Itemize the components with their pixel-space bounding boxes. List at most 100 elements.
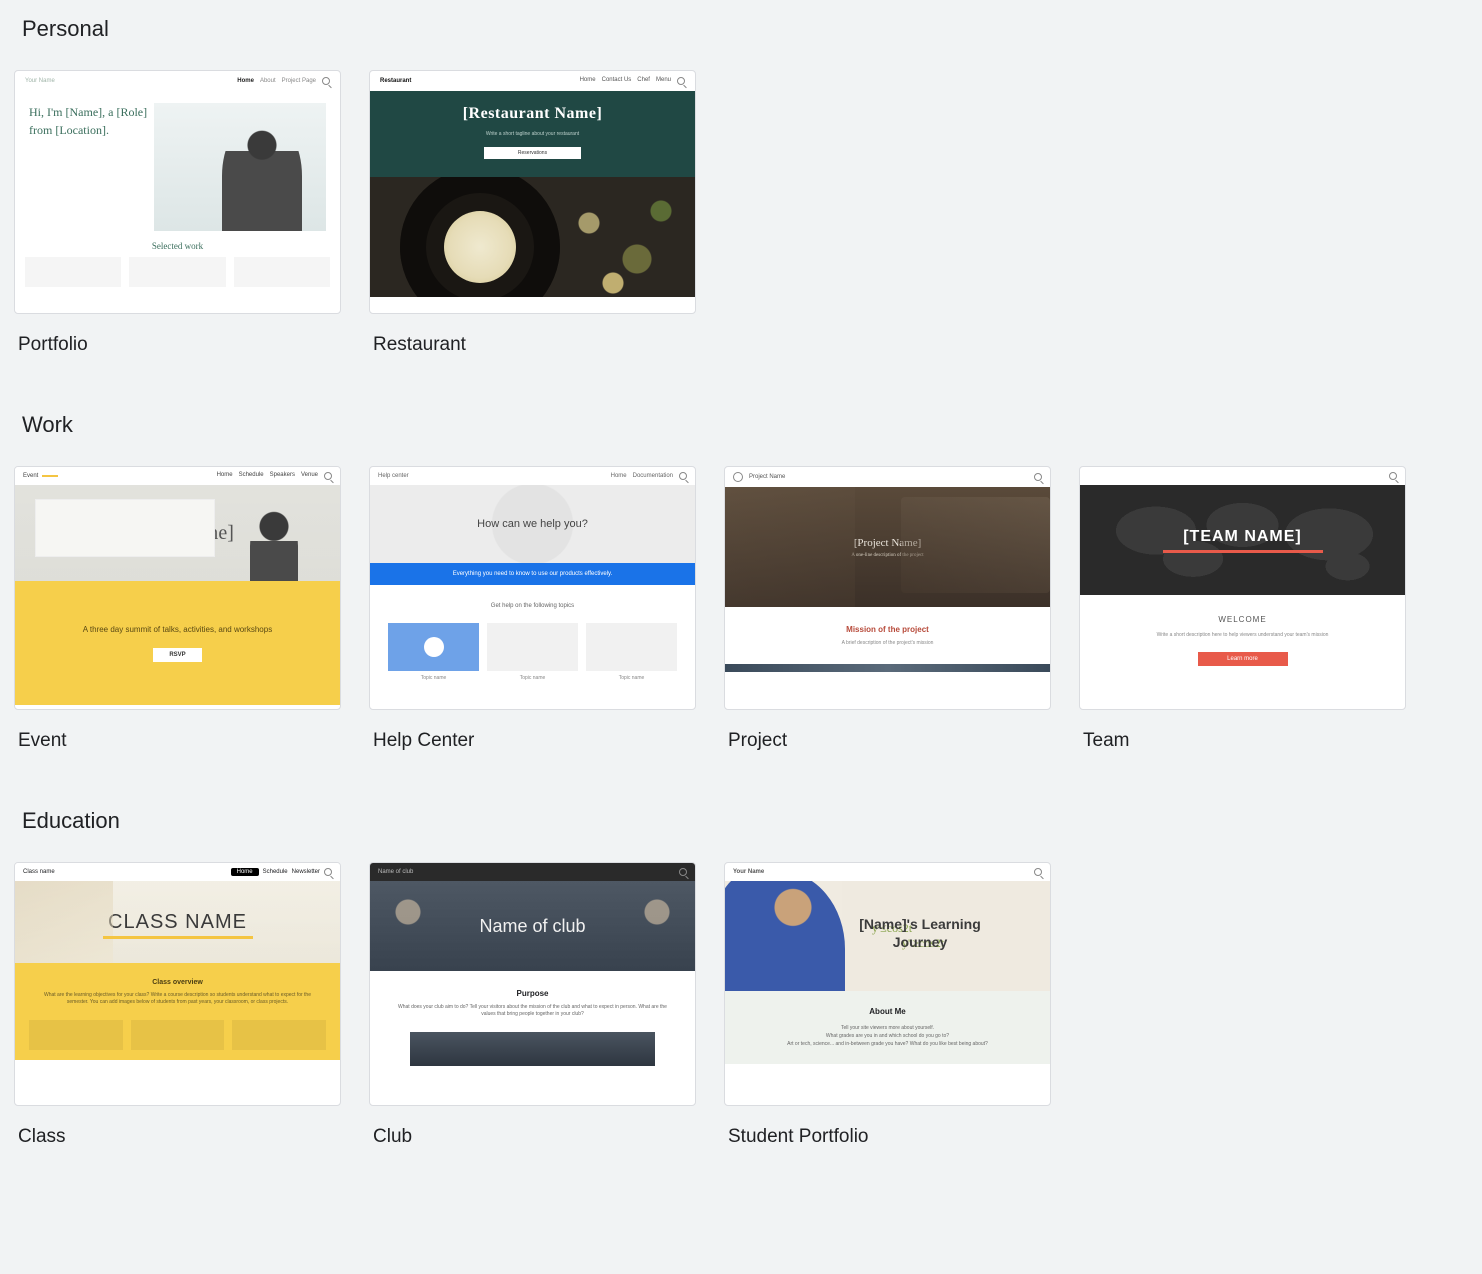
template-card-event[interactable]: Event Home Schedule Speakers Venue from … xyxy=(14,466,341,752)
template-card-restaurant[interactable]: Restaurant Home Contact Us Chef Menu [Re… xyxy=(369,70,696,356)
nav-schedule: Schedule xyxy=(263,869,288,875)
nav-home: Home xyxy=(611,473,627,479)
topic-label: Topic name xyxy=(487,675,578,681)
template-card-club[interactable]: Name of club Name of club Purpose What d… xyxy=(369,862,696,1148)
template-thumb-student-portfolio: Your Name y'≤cos2t y''≥cos2t [Name]'s Le… xyxy=(724,862,1051,1106)
row-personal: Your Name Home About Project Page Hi, I'… xyxy=(14,70,1468,396)
placeholder-block xyxy=(29,1020,123,1050)
nav-speakers: Speakers xyxy=(270,472,295,480)
nav-home: Home xyxy=(580,77,596,85)
template-label-project: Project xyxy=(724,710,1051,752)
nav-venue: Venue xyxy=(301,472,318,480)
speaker-icon xyxy=(250,511,298,581)
reservations-button: Reservations xyxy=(484,147,581,159)
template-thumb-portfolio: Your Name Home About Project Page Hi, I'… xyxy=(14,70,341,314)
accessibility-icon xyxy=(424,637,444,657)
portfolio-brand: Your Name xyxy=(25,78,55,84)
topic-label: Topic name xyxy=(586,675,677,681)
class-hero-title: CLASS NAME xyxy=(108,911,247,934)
event-brand: Event xyxy=(23,473,38,479)
rsvp-button: RSVP xyxy=(153,648,201,662)
nav-about: About xyxy=(260,78,276,84)
person-icon xyxy=(222,121,302,231)
mission-heading: Mission of the project xyxy=(735,625,1040,634)
underline-decoration xyxy=(103,936,253,939)
template-card-portfolio[interactable]: Your Name Home About Project Page Hi, I'… xyxy=(14,70,341,356)
help-hero: How can we help you? xyxy=(370,485,695,563)
team-welcome: WELCOME xyxy=(1080,595,1405,632)
template-label-portfolio: Portfolio xyxy=(14,314,341,356)
nav-home: Home xyxy=(217,472,233,480)
topic-label: Topic name xyxy=(388,675,479,681)
about-text: Art or tech, science... and in-between g… xyxy=(739,1040,1036,1048)
template-card-class[interactable]: Class name Home Schedule Newsletter CLAS… xyxy=(14,862,341,1148)
students-decoration xyxy=(15,881,113,963)
restaurant-hero-sub: Write a short tagline about your restaur… xyxy=(380,131,685,137)
team-hero-title: [TEAM NAME] xyxy=(1163,528,1323,546)
template-thumb-project: Project Name [Project Name] A one-line d… xyxy=(724,466,1051,710)
nav-newsletter: Newsletter xyxy=(292,869,320,875)
topic-card xyxy=(586,623,677,671)
topic-card xyxy=(388,623,479,671)
placeholder-block xyxy=(232,1020,326,1050)
project-brand: Project Name xyxy=(749,474,785,480)
template-label-event: Event xyxy=(14,710,341,752)
placeholder-block xyxy=(131,1020,225,1050)
placeholder-block xyxy=(234,257,330,287)
template-thumb-help-center: Help center Home Documentation How can w… xyxy=(369,466,696,710)
student-hero-title: [Name]'s Learning Journey xyxy=(845,915,995,951)
club-purpose-heading: Purpose xyxy=(394,989,671,998)
template-label-help-center: Help Center xyxy=(369,710,696,752)
search-icon xyxy=(1034,473,1042,481)
club-hero-title: Name of club xyxy=(479,916,585,937)
template-thumb-team: [TEAM NAME] WELCOME Write a short descri… xyxy=(1079,466,1406,710)
template-label-student-portfolio: Student Portfolio xyxy=(724,1106,1051,1148)
search-icon xyxy=(677,77,685,85)
nav-chef: Chef xyxy=(637,77,650,85)
underline-decoration xyxy=(1163,550,1323,553)
template-card-student-portfolio[interactable]: Your Name y'≤cos2t y''≥cos2t [Name]'s Le… xyxy=(724,862,1051,1148)
topic-card xyxy=(487,623,578,671)
team-sub: Write a short description here to help v… xyxy=(1080,632,1405,638)
search-icon xyxy=(679,868,687,876)
footer-image-strip xyxy=(725,664,1050,672)
restaurant-hero-title: [Restaurant Name] xyxy=(380,105,685,123)
search-icon xyxy=(1034,868,1042,876)
club-purpose-text: What does your club aim to do? Tell your… xyxy=(394,1004,671,1018)
help-brand: Help center xyxy=(378,473,409,479)
restaurant-brand: Restaurant xyxy=(380,78,411,84)
tablet-decoration xyxy=(901,497,1051,593)
search-icon xyxy=(679,472,687,480)
template-card-help-center[interactable]: Help center Home Documentation How can w… xyxy=(369,466,696,752)
section-title-education: Education xyxy=(14,792,1468,862)
template-label-restaurant: Restaurant xyxy=(369,314,696,356)
class-overview-text: What are the learning objectives for you… xyxy=(29,992,326,1006)
desk-decoration xyxy=(725,487,855,607)
template-label-team: Team xyxy=(1079,710,1406,752)
placeholder-block xyxy=(25,257,121,287)
row-work: Event Home Schedule Speakers Venue from … xyxy=(14,466,1468,792)
nav-home: Home xyxy=(237,78,254,84)
row-education: Class name Home Schedule Newsletter CLAS… xyxy=(14,862,1468,1188)
search-icon xyxy=(324,472,332,480)
nav-home: Home xyxy=(231,868,259,876)
template-card-team[interactable]: [TEAM NAME] WELCOME Write a short descri… xyxy=(1079,466,1406,752)
nav-contact: Contact Us xyxy=(602,77,632,85)
learn-more-button: Learn more xyxy=(1198,652,1288,666)
portfolio-selected-work: Selected work xyxy=(15,231,340,257)
club-brand: Name of club xyxy=(378,869,413,875)
template-card-project[interactable]: Project Name [Project Name] A one-line d… xyxy=(724,466,1051,752)
people-decoration xyxy=(627,891,687,961)
section-title-personal: Personal xyxy=(14,0,1468,70)
people-decoration xyxy=(378,891,438,961)
help-bluebar: Everything you need to know to use our p… xyxy=(370,563,695,585)
search-icon xyxy=(324,868,332,876)
about-text: Tell your site viewers more about yourse… xyxy=(739,1024,1036,1032)
class-brand: Class name xyxy=(23,869,55,875)
student-brand: Your Name xyxy=(733,869,764,875)
template-thumb-class: Class name Home Schedule Newsletter CLAS… xyxy=(14,862,341,1106)
nav-docs: Documentation xyxy=(633,473,673,479)
group-photo-decoration xyxy=(410,1032,655,1066)
soup-icon xyxy=(444,211,516,283)
template-thumb-club: Name of club Name of club Purpose What d… xyxy=(369,862,696,1106)
